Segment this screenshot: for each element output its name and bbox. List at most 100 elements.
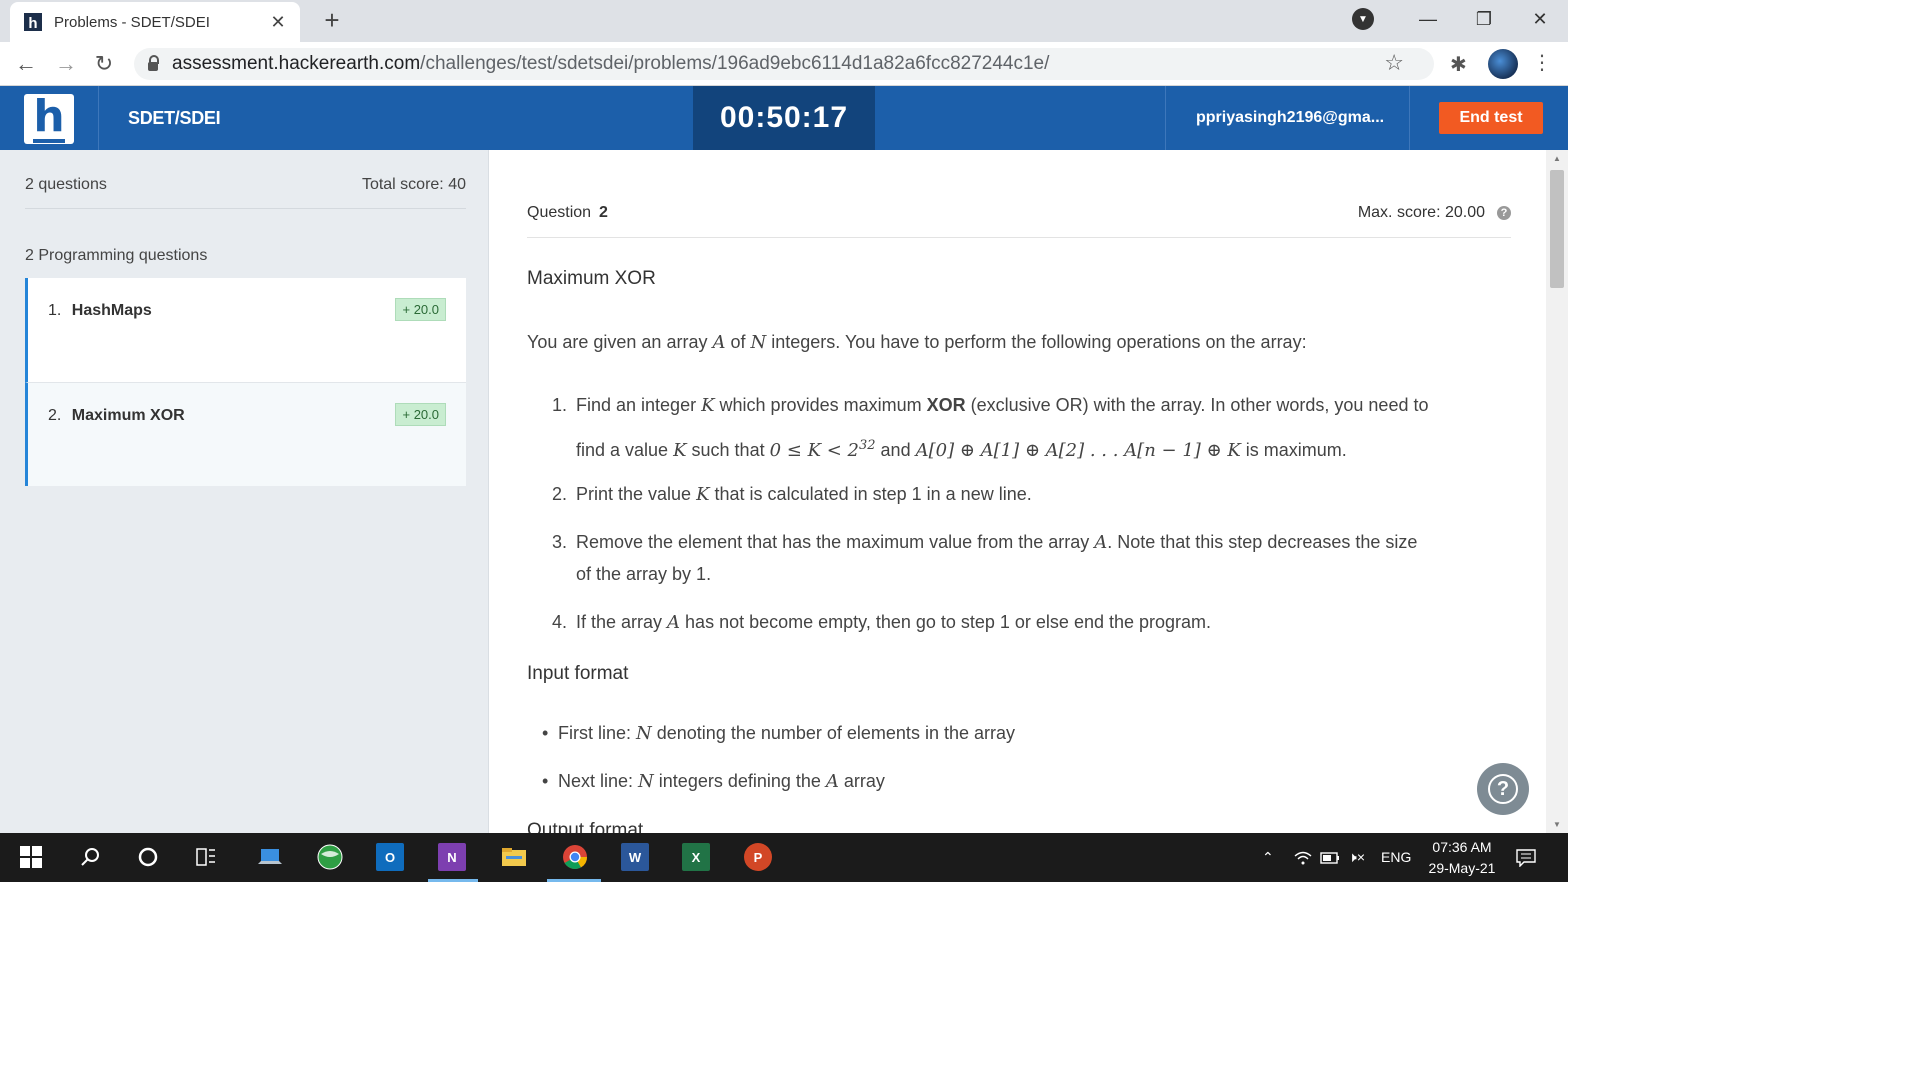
cortana-icon[interactable] <box>134 843 162 871</box>
task-view-icon[interactable] <box>192 843 220 871</box>
system-clock[interactable]: 07:36 AM 29-May-21 <box>1420 837 1504 879</box>
problem-panel: Question 2 Max. score: 20.00? Maximum XOR… <box>490 150 1546 833</box>
active-indicator <box>547 879 601 882</box>
sidebar-summary: 2 questions Total score: 40 <box>25 176 466 194</box>
problem-intro: You are given an array A of N integers. … <box>527 332 1307 353</box>
step-number: 3. <box>552 532 568 552</box>
url-host: assessment.hackerearth.com <box>172 53 421 74</box>
header-divider <box>1409 86 1410 150</box>
help-icon[interactable]: ? <box>1497 206 1511 220</box>
math-var: A <box>667 612 681 633</box>
browser-toolbar: ← → ↻ assessment.hackerearth.com/challen… <box>0 42 1568 86</box>
math-var: N <box>636 723 652 744</box>
text: Next line: <box>558 771 639 791</box>
browser-menu-icon[interactable]: ⋮ <box>1532 50 1552 75</box>
question-item-maximum-xor[interactable]: 2. Maximum XOR + 20.0 <box>25 382 466 486</box>
user-email[interactable]: ppriyasingh2196@gma... <box>1196 86 1384 150</box>
header-divider <box>98 86 99 150</box>
browser-tab[interactable]: h Problems - SDET/SDEI ✕ <box>10 2 300 42</box>
laptop-app-icon[interactable] <box>256 843 284 871</box>
question-score-badge: + 20.0 <box>395 403 446 426</box>
search-icon[interactable] <box>76 843 104 871</box>
windows-taskbar: O N W X P ⌃ 🕨× ENG 07:36 AM 29-May-21 <box>0 833 1568 882</box>
text: denoting the number of elements in the a… <box>651 723 1015 743</box>
step-3-line-2: of the array by 1. <box>576 564 712 584</box>
step-number: 2. <box>552 484 568 504</box>
text: Find an integer <box>576 395 702 415</box>
text: . Note that this step decreases the size <box>1107 532 1418 552</box>
notifications-icon[interactable] <box>1516 833 1536 882</box>
total-score: Total score: 40 <box>361 176 466 193</box>
math-var: A <box>825 771 839 792</box>
address-bar[interactable]: assessment.hackerearth.com/challenges/te… <box>134 48 1434 80</box>
countdown-timer: 00:50:17 <box>693 86 875 150</box>
globe-app-icon[interactable] <box>316 843 344 871</box>
text: Print the value <box>576 484 697 504</box>
scroll-down-arrow-icon[interactable]: ▼ <box>1546 820 1568 829</box>
reload-icon[interactable]: ↻ <box>90 50 118 78</box>
chrome-icon[interactable] <box>561 843 589 871</box>
new-tab-button[interactable]: + <box>320 6 344 34</box>
scrollbar-thumb[interactable] <box>1550 170 1564 288</box>
math-var: A <box>1094 532 1108 553</box>
outlook-icon[interactable]: O <box>376 843 404 871</box>
output-format-heading: Output format <box>527 820 644 833</box>
question-count: 2 questions <box>25 176 107 193</box>
profile-avatar[interactable] <box>1488 49 1518 79</box>
powerpoint-icon[interactable]: P <box>744 843 772 871</box>
problem-title: Maximum XOR <box>527 268 656 289</box>
question-number: 1. <box>48 302 62 319</box>
volume-muted-icon[interactable]: 🕨× <box>1348 833 1365 882</box>
question-header: Question 2 Max. score: 20.00? <box>527 204 1511 222</box>
url-path: /challenges/test/sdetsdei/problems/196ad… <box>420 53 1050 74</box>
lock-icon[interactable] <box>148 54 159 71</box>
active-indicator <box>428 879 478 882</box>
text: integers defining the <box>653 771 826 791</box>
window-close-icon[interactable]: ✕ <box>1512 9 1568 30</box>
math-var: A <box>712 332 726 353</box>
tray-chevron-icon[interactable]: ⌃ <box>1262 833 1274 882</box>
xor-keyword: XOR <box>926 395 966 415</box>
text: of <box>725 332 751 352</box>
word-icon[interactable]: W <box>621 843 649 871</box>
math-var: N <box>638 771 654 792</box>
text: Remove the element that has the maximum … <box>576 532 1095 552</box>
excel-icon[interactable]: X <box>682 843 710 871</box>
extensions-puzzle-icon[interactable]: ✱ <box>1450 52 1467 77</box>
minimize-icon[interactable]: — <box>1400 9 1456 30</box>
forward-arrow-icon[interactable]: → <box>52 50 80 78</box>
question-mark-icon: ? <box>1488 774 1518 804</box>
step-number: 1. <box>552 395 568 415</box>
text: and <box>875 440 916 460</box>
wifi-icon[interactable] <box>1294 833 1312 882</box>
text: is maximum. <box>1240 440 1347 460</box>
question-item-hashmaps[interactable]: 1. HashMaps + 20.0 <box>25 278 466 382</box>
section-title: 2 Programming questions <box>25 247 208 264</box>
math-var: K <box>701 395 715 416</box>
restore-icon[interactable]: ❐ <box>1456 9 1512 30</box>
divider <box>25 208 466 209</box>
hackerearth-logo[interactable]: h <box>24 94 74 144</box>
onenote-icon[interactable]: N <box>438 843 466 871</box>
question-label-text: Question <box>527 204 592 221</box>
end-test-button[interactable]: End test <box>1439 102 1543 134</box>
back-arrow-icon[interactable]: ← <box>12 50 40 78</box>
bookmark-star-icon[interactable]: ☆ <box>1384 50 1404 76</box>
input-format-item: First line: N denoting the number of ele… <box>542 723 1015 744</box>
help-button[interactable]: ? <box>1477 763 1529 815</box>
input-format-item: Next line: N integers defining the A arr… <box>542 771 885 792</box>
windows-start-icon[interactable] <box>17 843 45 871</box>
logo-letter: h <box>33 91 65 143</box>
scroll-up-arrow-icon[interactable]: ▲ <box>1546 154 1568 163</box>
question-title: Maximum XOR <box>71 407 185 424</box>
page-scrollbar[interactable]: ▲ ▼ <box>1546 150 1568 833</box>
language-indicator[interactable]: ENG <box>1381 833 1411 882</box>
file-explorer-icon[interactable] <box>500 843 528 871</box>
tab-close-icon[interactable]: ✕ <box>268 12 288 33</box>
battery-icon[interactable] <box>1320 833 1340 882</box>
step-number: 4. <box>552 612 568 632</box>
questions-sidebar: 2 questions Total score: 40 2 Programmin… <box>0 150 489 833</box>
tab-search-icon[interactable]: ▼ <box>1352 8 1374 30</box>
step-4: 4. If the array A has not become empty, t… <box>552 605 1512 640</box>
max-score: Max. score: 20.00? <box>1358 204 1511 222</box>
